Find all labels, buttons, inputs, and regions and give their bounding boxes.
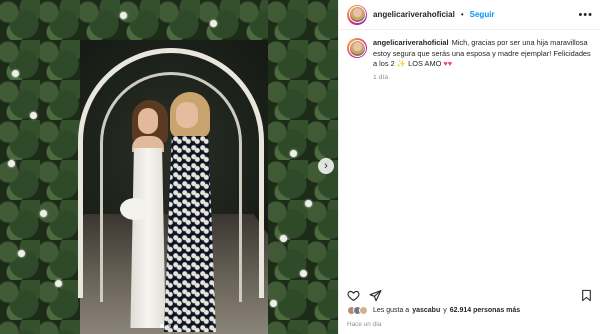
liker-avatar xyxy=(359,306,368,315)
likes-prefix: Les gusta a xyxy=(373,307,410,314)
photo-flower xyxy=(290,150,297,157)
likes-summary: Les gusta a yascabu y 62.914 personas má… xyxy=(347,306,520,315)
carousel-dots xyxy=(0,324,338,328)
photo-flower xyxy=(30,112,37,119)
photo-flower xyxy=(300,270,307,277)
photo-foliage-left xyxy=(0,0,80,334)
photo-flower xyxy=(40,210,47,217)
photo-flower xyxy=(55,280,62,287)
photo-flower xyxy=(280,235,287,242)
likes-middle: y xyxy=(443,307,447,314)
carousel-dot xyxy=(160,324,164,328)
carousel-next-button[interactable]: › xyxy=(318,158,334,174)
caption: angelicariverahoficial Mich, gracias por … xyxy=(347,38,593,81)
caption-body: angelicariverahoficial Mich, gracias por … xyxy=(373,38,593,70)
post-actions xyxy=(339,286,600,304)
more-options-icon[interactable]: ••• xyxy=(578,9,593,21)
carousel-dot xyxy=(174,324,178,328)
avatar[interactable] xyxy=(347,4,367,25)
photo-flower xyxy=(210,20,217,27)
post-photo[interactable]: › xyxy=(0,0,338,334)
share-icon[interactable] xyxy=(369,289,382,302)
likes-first-user[interactable]: yascabu xyxy=(412,307,440,314)
chevron-right-icon: › xyxy=(324,160,328,172)
header-separator: • xyxy=(460,10,464,19)
caption-timestamp: 1 día xyxy=(373,73,389,81)
heart-icon[interactable] xyxy=(347,289,360,302)
bookmark-icon[interactable] xyxy=(580,289,593,302)
likes-count[interactable]: 62.914 personas más xyxy=(450,307,520,314)
follow-button[interactable]: Seguir xyxy=(470,10,495,19)
caption-username[interactable]: angelicariverahoficial xyxy=(373,38,449,47)
red-heart-emoji: ♥♥ xyxy=(443,59,453,68)
photo-flower xyxy=(18,250,25,257)
post-header: angelicariverahoficial • Seguir ••• xyxy=(339,0,600,30)
header-username[interactable]: angelicariverahoficial xyxy=(373,10,455,19)
photo-person-lace-dress xyxy=(160,92,220,332)
post-side-panel: angelicariverahoficial • Seguir ••• ange… xyxy=(338,0,600,334)
photo-flower xyxy=(305,200,312,207)
caption-avatar[interactable] xyxy=(347,38,367,58)
photo-flower xyxy=(8,160,15,167)
post-timestamp: Hace un día xyxy=(347,321,382,328)
photo-flower xyxy=(120,12,127,19)
liker-avatars xyxy=(347,306,368,315)
carousel-dot xyxy=(167,324,171,328)
photo-flower xyxy=(12,70,19,77)
photo-flower xyxy=(270,300,277,307)
